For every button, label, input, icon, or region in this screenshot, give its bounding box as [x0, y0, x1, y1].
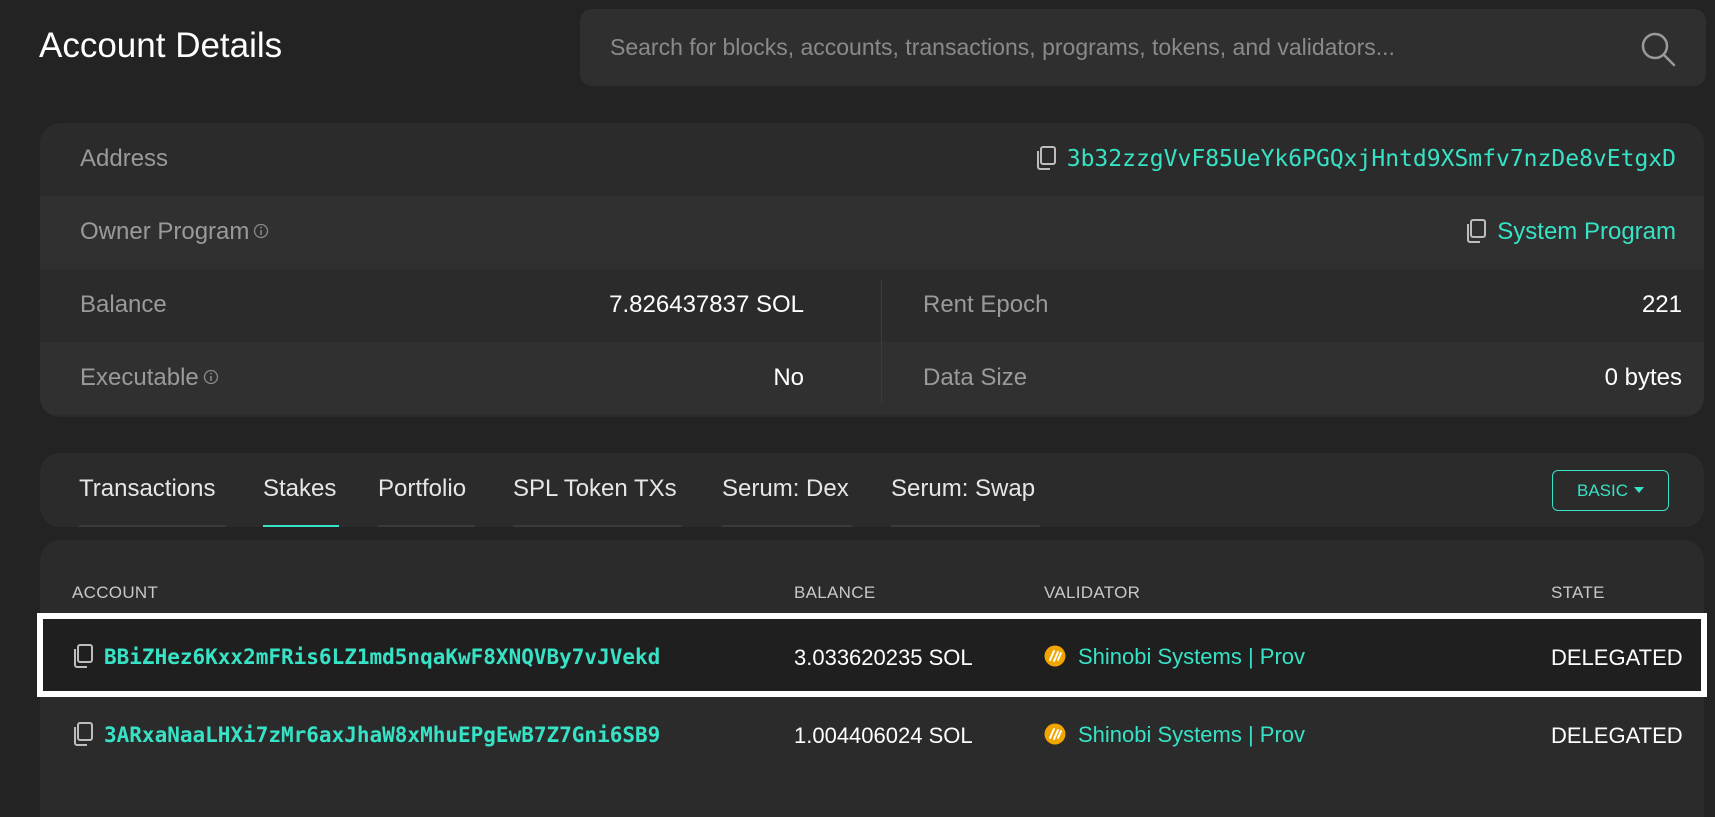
- page-title: Account Details: [39, 26, 283, 65]
- rent-epoch-value: 221: [1641, 291, 1682, 318]
- header: Account Details: [0, 0, 1715, 100]
- search-icon[interactable]: [1638, 29, 1678, 69]
- tab-stakes[interactable]: Stakes: [263, 475, 336, 503]
- stake-state-cell: DELEGATED: [1551, 645, 1683, 670]
- validator-logo-icon: [1044, 645, 1066, 667]
- stake-balance-cell: 1.004406024 SOL: [794, 723, 973, 748]
- search-box[interactable]: [580, 9, 1706, 86]
- search-input[interactable]: [610, 9, 1610, 86]
- address-value[interactable]: 3b32zzgVvF85UeYk6PGQxjHntd9XSmfv7nzDe8vE…: [1035, 145, 1676, 173]
- executable-label: Executable: [80, 364, 219, 392]
- executable-value: No: [773, 364, 804, 391]
- address-label: Address: [80, 145, 169, 172]
- column-header-balance: BALANCE: [794, 583, 876, 602]
- account-details-card: Address 3b32zzgVvF85UeYk6PGQxjHntd9XSmfv…: [40, 123, 1704, 417]
- tab-transactions[interactable]: Transactions: [79, 475, 216, 503]
- data-size-value: 0 bytes: [1604, 364, 1682, 391]
- validator-link[interactable]: Shinobi Systems | Prov: [1078, 644, 1305, 669]
- stake-account-cell[interactable]: 3ARxaNaaLHXi7zMr6axJhaW8xMhuEPgEwB7Z7Gni…: [72, 722, 660, 747]
- owner-program-label: Owner Program: [80, 218, 269, 246]
- stakes-table: ACCOUNT BALANCE VALIDATOR STATE BBiZHez6…: [40, 540, 1704, 817]
- tab-underline: [378, 525, 475, 527]
- column-header-account: ACCOUNT: [72, 583, 159, 602]
- chevron-down-icon: [1634, 487, 1645, 494]
- data-size-label: Data Size: [923, 364, 1028, 391]
- address-link[interactable]: 3b32zzgVvF85UeYk6PGQxjHntd9XSmfv7nzDe8vE…: [1067, 146, 1676, 172]
- table-row: BBiZHez6Kxx2mFRis6LZ1md5nqaKwF8XNQVBy7vJ…: [40, 619, 1704, 697]
- copy-icon[interactable]: [72, 644, 94, 668]
- executable-label-text: Executable: [80, 364, 199, 391]
- column-header-state: STATE: [1551, 583, 1605, 602]
- stake-state-cell: DELEGATED: [1551, 723, 1683, 748]
- info-icon[interactable]: [253, 223, 269, 239]
- validator-cell[interactable]: Shinobi Systems | Prov: [1044, 644, 1316, 670]
- basic-mode-dropdown[interactable]: BASIC: [1552, 470, 1669, 511]
- copy-icon[interactable]: [1465, 218, 1487, 243]
- tab-portfolio[interactable]: Portfolio: [378, 475, 466, 503]
- stake-balance-cell: 3.033620235 SOL: [794, 645, 973, 670]
- executable-row: Executable No Data Size 0 bytes: [40, 342, 1704, 415]
- table-row: 3ARxaNaaLHXi7zMr6axJhaW8xMhuEPgEwB7Z7Gni…: [40, 697, 1704, 775]
- info-icon[interactable]: [203, 369, 219, 385]
- tab-underline: [79, 525, 226, 527]
- validator-link[interactable]: Shinobi Systems | Prov: [1078, 722, 1305, 747]
- account-tabs: Transactions Stakes Portfolio SPL Token …: [40, 453, 1704, 527]
- tab-underline: [513, 525, 682, 527]
- column-header-validator: VALIDATOR: [1044, 583, 1141, 602]
- balance-row: Balance 7.826437837 SOL Rent Epoch 221: [40, 269, 1704, 342]
- tab-underline-active: [263, 525, 339, 527]
- stake-account-link[interactable]: BBiZHez6Kxx2mFRis6LZ1md5nqaKwF8XNQVBy7vJ…: [104, 645, 660, 669]
- owner-program-row: Owner Program System Program: [40, 196, 1704, 269]
- validator-cell[interactable]: Shinobi Systems | Prov: [1044, 722, 1316, 748]
- tab-underline: [722, 525, 852, 527]
- owner-program-value[interactable]: System Program: [1465, 218, 1676, 246]
- tab-serum-dex[interactable]: Serum: Dex: [722, 475, 849, 503]
- rent-epoch-label: Rent Epoch: [923, 291, 1049, 318]
- page: Account Details Address 3b32zzgVvF85UeYk…: [0, 0, 1715, 817]
- tab-underline: [891, 525, 1040, 527]
- copy-icon[interactable]: [72, 722, 94, 746]
- stake-account-link[interactable]: 3ARxaNaaLHXi7zMr6axJhaW8xMhuEPgEwB7Z7Gni…: [104, 723, 660, 747]
- owner-program-label-text: Owner Program: [80, 218, 250, 245]
- basic-mode-label: BASIC: [1576, 481, 1629, 500]
- validator-logo-icon: [1044, 723, 1066, 745]
- tab-spl-token-txs[interactable]: SPL Token TXs: [513, 475, 677, 503]
- address-row: Address 3b32zzgVvF85UeYk6PGQxjHntd9XSmfv…: [40, 123, 1704, 196]
- tab-serum-swap[interactable]: Serum: Swap: [891, 475, 1035, 503]
- column-divider: [881, 280, 882, 402]
- copy-icon[interactable]: [1035, 145, 1057, 170]
- system-program-link[interactable]: System Program: [1497, 218, 1676, 245]
- balance-label: Balance: [80, 291, 167, 318]
- balance-value: 7.826437837 SOL: [609, 291, 804, 318]
- stake-account-cell[interactable]: BBiZHez6Kxx2mFRis6LZ1md5nqaKwF8XNQVBy7vJ…: [72, 644, 660, 669]
